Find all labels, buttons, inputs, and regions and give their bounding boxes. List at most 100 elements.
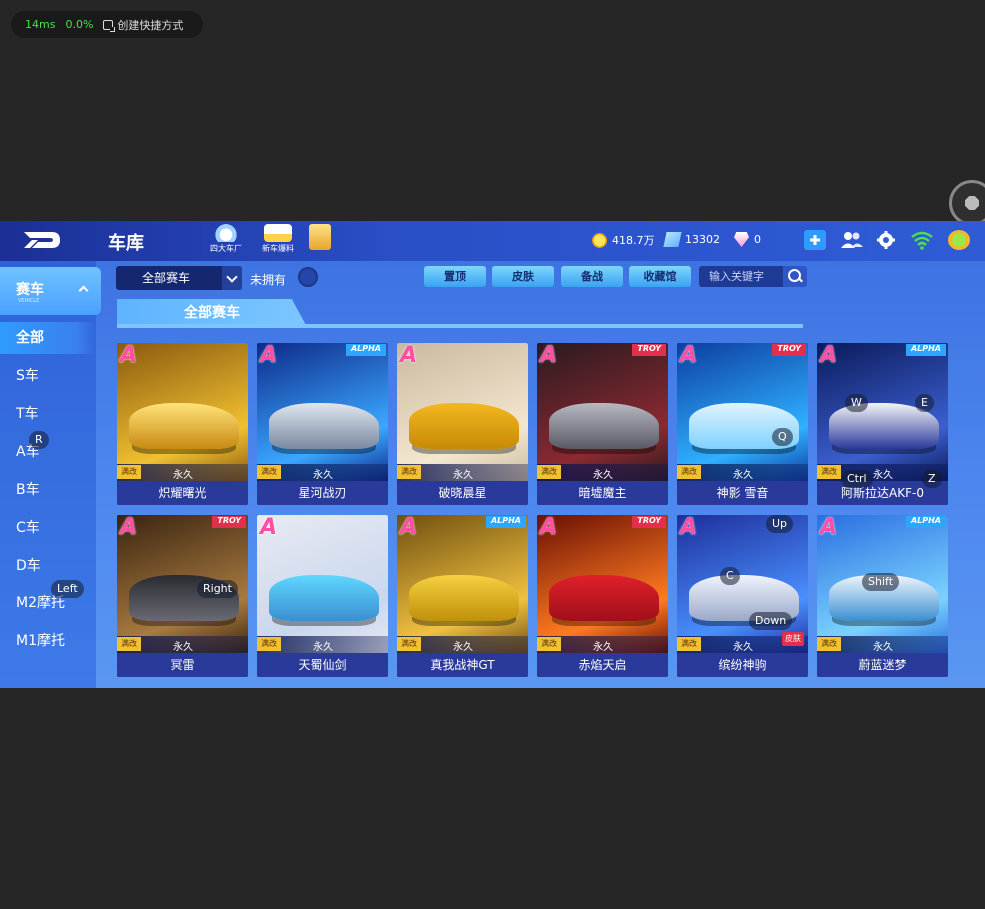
ownership-duration: 永久 (733, 470, 753, 481)
car-name: 星河战刃 (257, 481, 388, 505)
sidebar-item-s[interactable]: S车 (0, 360, 96, 392)
mod-tag: 满改 (257, 637, 281, 651)
shortcut-icon (103, 19, 116, 32)
sidebar-item-all[interactable]: 全部 (0, 322, 96, 354)
search-icon[interactable] (783, 266, 807, 287)
car-name: 炽耀曙光 (117, 481, 248, 505)
ownership-duration: 永久 (873, 470, 893, 481)
sidebar-item-c[interactable]: C车 (0, 512, 96, 544)
car-name: 暗墟魔主 (537, 481, 668, 505)
key-hint-shift: Shift (862, 573, 900, 591)
game-viewport: 车库 四大车厂 新车爆料 418.7万 13302 0 赛车 VEHICLE 全… (0, 221, 985, 688)
four-factories-button[interactable]: 四大车厂 (204, 224, 248, 258)
section-divider (117, 324, 803, 328)
mod-tag: 满改 (817, 637, 841, 651)
diamond-balance: 13302 (663, 232, 720, 247)
key-hint-right: Right (197, 580, 238, 598)
mod-tag: 满改 (817, 465, 841, 479)
car-grade: A (260, 515, 278, 540)
prepare-button[interactable]: 备战 (561, 266, 623, 287)
car-name: 神影 雪音 (677, 481, 808, 505)
coin-balance: 418.7万 (592, 232, 655, 248)
add-currency-icon[interactable] (804, 230, 826, 250)
chevron-up-icon (78, 285, 89, 296)
not-owned-label: 未拥有 (250, 273, 287, 287)
skin-button[interactable]: 皮肤 (492, 266, 554, 287)
gem-balance: 0 (734, 232, 761, 247)
factory-car-icon (212, 224, 240, 242)
gift-button[interactable] (300, 224, 340, 258)
car-name: 天蜀仙剑 (257, 653, 388, 677)
sidebar-item-m1[interactable]: M1摩托 (0, 625, 96, 657)
new-badge-icon (264, 224, 292, 242)
key-hint-e: E (915, 394, 934, 412)
car-image (129, 403, 239, 449)
wifi-icon (910, 230, 933, 250)
not-owned-toggle[interactable] (298, 267, 318, 287)
key-hint-down: Down (749, 612, 793, 630)
ownership-duration: 永久 (453, 642, 473, 653)
mod-tag: 满改 (677, 637, 701, 651)
new-car-news-button[interactable]: 新车爆料 (256, 224, 300, 258)
car-filter-dropdown[interactable]: 全部赛车 (116, 266, 242, 290)
car-name: 赤焰天启 (537, 653, 668, 677)
brand-badge: TROY (772, 344, 806, 356)
pin-top-button[interactable]: 置顶 (424, 266, 486, 287)
sidebar-item-t[interactable]: T车 (0, 398, 96, 430)
car-name: 破晓晨星 (397, 481, 528, 505)
ownership-duration: 永久 (593, 470, 613, 481)
ownership-duration: 永久 (173, 642, 193, 653)
car-card[interactable]: A 满改 永久 天蜀仙剑 (257, 515, 388, 677)
ownership-duration: 永久 (733, 642, 753, 653)
settings-icon[interactable] (875, 230, 897, 250)
ownership-duration: 永久 (593, 642, 613, 653)
friends-icon[interactable] (840, 230, 863, 250)
car-card[interactable]: A 满改 永久 破晓晨星 (397, 343, 528, 505)
car-grade: A (680, 343, 698, 368)
car-card[interactable]: A TROY 满改 永久 暗墟魔主 (537, 343, 668, 505)
page-title: 车库 (108, 233, 144, 254)
vehicle-category-header[interactable]: 赛车 VEHICLE (0, 267, 101, 315)
car-grade: A (120, 515, 138, 540)
top-bar: 车库 四大车厂 新车爆料 418.7万 13302 0 (0, 221, 985, 261)
brand-badge: TROY (632, 344, 666, 356)
car-card[interactable]: A ALPHA 满改 永久 真我战神GT (397, 515, 528, 677)
car-card[interactable]: A 满改 永久 炽耀曙光 (117, 343, 248, 505)
car-grade: A (540, 343, 558, 368)
car-grade: A (400, 343, 418, 368)
car-card[interactable]: A TROY 满改 永久 赤焰天启 (537, 515, 668, 677)
car-card[interactable]: A 满改 永久 皮肤 缤纷神驹 (677, 515, 808, 677)
collection-button[interactable]: 收藏馆 (629, 266, 691, 287)
car-card[interactable]: A ALPHA 满改 永久 蔚蓝迷梦 (817, 515, 948, 677)
mod-tag: 满改 (537, 637, 561, 651)
brand-badge: ALPHA (905, 516, 946, 528)
create-shortcut-button[interactable]: 创建快捷方式 (117, 17, 183, 33)
key-hint-q: Q (772, 428, 793, 446)
chevron-down-icon (222, 266, 242, 290)
floating-settings-icon[interactable] (949, 180, 985, 226)
brand-badge: ALPHA (905, 344, 946, 356)
search-input[interactable] (699, 266, 783, 287)
ownership-duration: 永久 (453, 470, 473, 481)
mod-tag: 满改 (117, 465, 141, 479)
mod-tag: 满改 (117, 637, 141, 651)
brand-badge: TROY (632, 516, 666, 528)
skin-tag: 皮肤 (782, 632, 804, 646)
cpu-readout: 0.0% (65, 18, 94, 31)
mod-tag: 满改 (537, 465, 561, 479)
key-hint-ctrl: Ctrl (841, 470, 873, 488)
gift-box-icon (309, 224, 331, 250)
perf-overlay: 14ms 0.0% 创建快捷方式 (11, 11, 203, 38)
car-name: 蔚蓝迷梦 (817, 653, 948, 677)
screen: 14ms 0.0% 创建快捷方式 车库 四大车厂 新车爆料 418.7万 133… (0, 0, 985, 909)
sidebar-item-b[interactable]: B车 (0, 474, 96, 506)
mod-tag: 满改 (677, 465, 701, 479)
mod-tag: 满改 (397, 637, 421, 651)
car-card[interactable]: A TROY 满改 永久 神影 雪音 (677, 343, 808, 505)
ownership-duration: 永久 (313, 470, 333, 481)
sidebar-item-d[interactable]: D车 (0, 550, 96, 582)
coin-icon (592, 232, 607, 248)
battery-status-icon (948, 230, 970, 250)
car-card[interactable]: A ALPHA 满改 永久 星河战刃 (257, 343, 388, 505)
car-grade: A (820, 343, 838, 368)
